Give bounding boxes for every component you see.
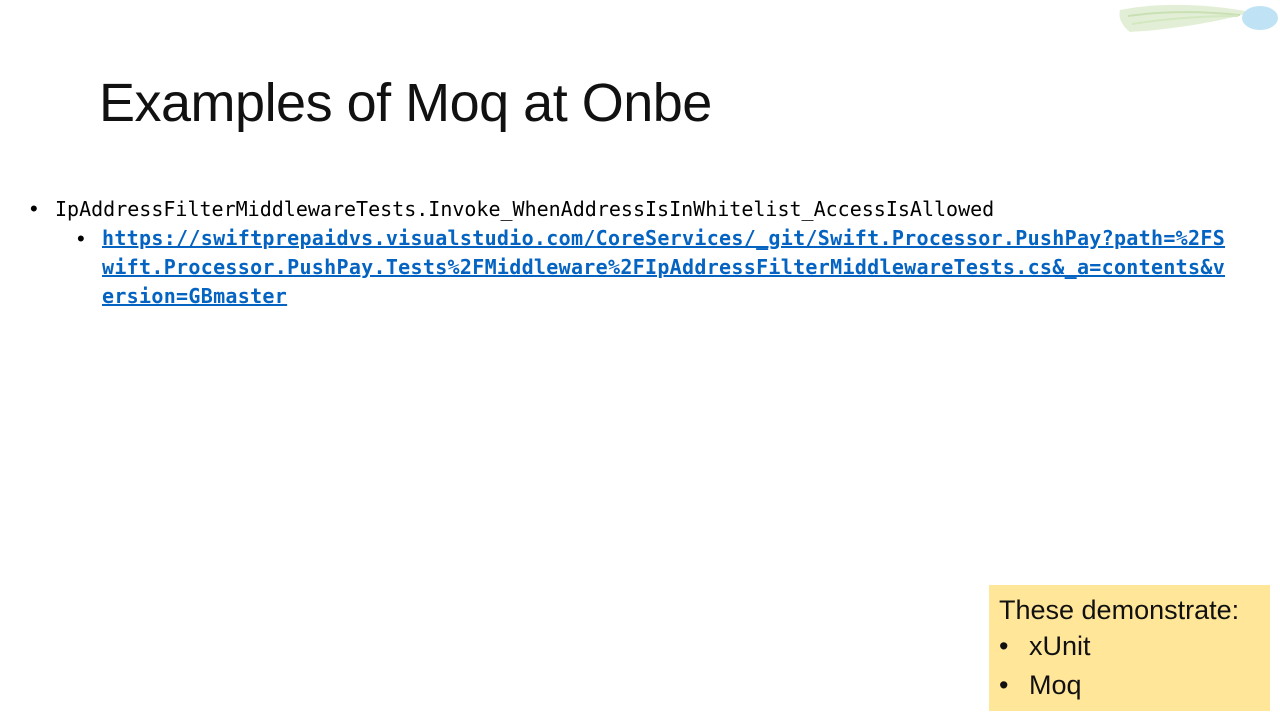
callout-heading: These demonstrate: <box>999 595 1240 625</box>
source-link[interactable]: https://swiftprepaidvs.visualstudio.com/… <box>102 224 1232 311</box>
list-item: • IpAddressFilterMiddlewareTests.Invoke_… <box>30 194 1240 224</box>
callout-item-label: xUnit <box>1029 631 1091 661</box>
bullet-icon: • <box>77 226 85 251</box>
bullet-icon: • <box>999 670 1009 700</box>
bullet-icon: • <box>999 631 1009 661</box>
test-name: IpAddressFilterMiddlewareTests.Invoke_Wh… <box>55 197 995 221</box>
bullet-icon: • <box>30 196 38 221</box>
slide-title: Examples of Moq at Onbe <box>99 73 712 133</box>
slide: Examples of Moq at Onbe • IpAddressFilte… <box>0 0 1280 720</box>
decorative-wave-graphic <box>1119 4 1278 33</box>
callout-item-label: Moq <box>1029 670 1082 700</box>
bullet-list: • IpAddressFilterMiddlewareTests.Invoke_… <box>30 194 1240 311</box>
sub-list-item: • https://swiftprepaidvs.visualstudio.co… <box>77 224 1240 311</box>
callout-box: These demonstrate: • xUnit • Moq <box>989 585 1270 711</box>
callout-list-item: • xUnit <box>999 627 1260 666</box>
callout-list-item: • Moq <box>999 666 1260 705</box>
